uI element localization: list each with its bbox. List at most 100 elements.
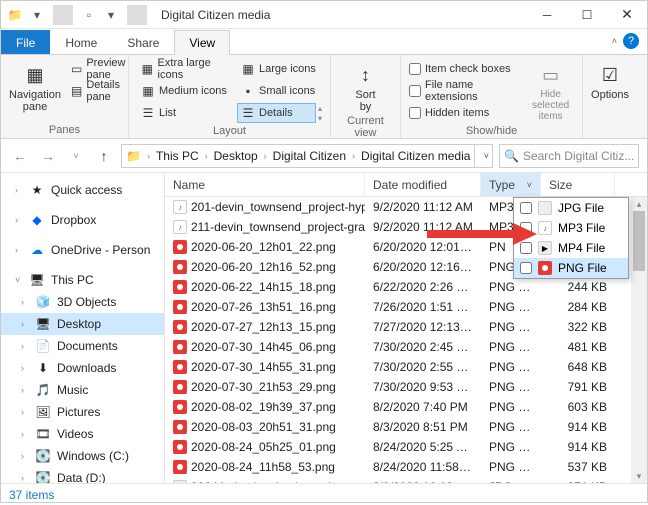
- view-small-button[interactable]: ▪Small icons: [237, 81, 322, 101]
- filter-option[interactable]: JPG File: [514, 198, 628, 218]
- sidebar-item-pictures[interactable]: ›🖼Pictures: [1, 401, 164, 423]
- breadcrumb-dropdown-icon[interactable]: ˅: [475, 151, 493, 161]
- back-button[interactable]: ←: [9, 145, 31, 167]
- file-name: 2020-08-24_11h58_53.png: [191, 460, 335, 474]
- file-type-icon: ♪: [173, 200, 187, 214]
- file-size: 603 KB: [541, 400, 615, 414]
- hide-selected-button[interactable]: ▭ Hide selected items: [527, 59, 574, 122]
- search-input[interactable]: 🔍 Search Digital Citiz...: [499, 144, 639, 168]
- file-size: 537 KB: [541, 460, 615, 474]
- filter-option[interactable]: ♪MP3 File: [514, 218, 628, 238]
- file-name: 211-devin_townsend_project-grace.m...: [191, 220, 365, 234]
- column-type[interactable]: Type˅: [481, 173, 541, 196]
- close-button[interactable]: ✕: [607, 1, 647, 29]
- view-extra-large-button[interactable]: ▦Extra large icons: [137, 59, 235, 79]
- qat-properties-icon[interactable]: ▫: [79, 5, 99, 25]
- options-button[interactable]: ☑ Options: [591, 59, 629, 101]
- file-row[interactable]: 2020-08-02_19h39_37.png8/2/2020 7:40 PMP…: [165, 397, 647, 417]
- filter-checkbox[interactable]: [520, 262, 532, 274]
- tab-home[interactable]: Home: [50, 30, 112, 54]
- sidebar-item-ddrive[interactable]: ›💽Data (D:): [1, 467, 164, 483]
- sort-icon: ↕: [354, 63, 378, 87]
- filter-option[interactable]: ▶MP4 File: [514, 238, 628, 258]
- filter-checkbox[interactable]: [520, 222, 532, 234]
- item-checkboxes-toggle[interactable]: Item check boxes: [409, 59, 521, 79]
- help-icon[interactable]: ?: [623, 33, 639, 49]
- hidden-items-toggle[interactable]: Hidden items: [409, 103, 521, 123]
- view-large-button[interactable]: ▦Large icons: [237, 59, 322, 79]
- minimize-button[interactable]: ─: [527, 1, 567, 29]
- details-pane-button[interactable]: ▤Details pane: [67, 81, 132, 101]
- tab-file[interactable]: File: [1, 30, 50, 54]
- file-row[interactable]: 2020-07-30_14h55_31.png7/30/2020 2:55 PM…: [165, 357, 647, 377]
- type-filter-dropdown[interactable]: JPG File ♪MP3 File▶MP4 File PNG File: [513, 197, 629, 279]
- file-row[interactable]: 2020-07-27_12h13_15.png7/27/2020 12:13 P…: [165, 317, 647, 337]
- tab-view[interactable]: View: [174, 30, 230, 55]
- navigation-tree[interactable]: ›★Quick access ›◆Dropbox ›☁OneDrive - Pe…: [1, 173, 165, 483]
- breadcrumb-item[interactable]: Digital Citizen: [269, 149, 350, 163]
- breadcrumb[interactable]: 📁 › This PC› Desktop› Digital Citizen› D…: [121, 144, 493, 168]
- view-details-button[interactable]: ☰Details: [237, 103, 316, 123]
- sidebar-item-documents[interactable]: ›📄Documents: [1, 335, 164, 357]
- file-type-icon: [538, 201, 552, 215]
- qat-new-icon[interactable]: ▾: [101, 5, 121, 25]
- file-extensions-toggle[interactable]: File name extensions: [409, 81, 521, 101]
- file-row[interactable]: 90644-sin-city-sin-city-andquot-gailan..…: [165, 477, 647, 483]
- sidebar-item-this-pc[interactable]: ˅🖥This PC: [1, 269, 164, 291]
- file-name: 2020-06-20_12h16_52.png: [191, 260, 336, 274]
- file-type: PNG File: [481, 320, 541, 334]
- column-date[interactable]: Date modified: [365, 173, 481, 196]
- file-type: PNG File: [481, 360, 541, 374]
- file-row[interactable]: 2020-07-30_14h45_06.png7/30/2020 2:45 PM…: [165, 337, 647, 357]
- file-row[interactable]: 2020-08-24_05h25_01.png8/24/2020 5:25 AM…: [165, 437, 647, 457]
- file-size: 322 KB: [541, 320, 615, 334]
- filter-label: PNG File: [558, 261, 607, 275]
- forward-button[interactable]: →: [37, 145, 59, 167]
- filter-checkbox[interactable]: [520, 202, 532, 214]
- sort-by-button[interactable]: ↕ Sort by: [339, 59, 392, 113]
- up-button[interactable]: ↑: [93, 145, 115, 167]
- ribbon-collapse-icon[interactable]: ˄: [612, 36, 617, 46]
- sidebar-item-quick-access[interactable]: ›★Quick access: [1, 179, 164, 201]
- group-label-panes: Panes: [9, 122, 120, 136]
- recent-button[interactable]: ˅: [65, 145, 87, 167]
- tab-share[interactable]: Share: [112, 30, 174, 54]
- sidebar-item-music[interactable]: ›🎵Music: [1, 379, 164, 401]
- file-size: 244 KB: [541, 280, 615, 294]
- column-name[interactable]: Name: [165, 173, 365, 196]
- sidebar-item-3d-objects[interactable]: ›🧊3D Objects: [1, 291, 164, 313]
- file-type: PNG File: [481, 400, 541, 414]
- qat-dropdown-icon[interactable]: ▾: [27, 5, 47, 25]
- column-size[interactable]: Size: [541, 173, 615, 196]
- sidebar-item-cdrive[interactable]: ›💽Windows (C:): [1, 445, 164, 467]
- file-row[interactable]: 2020-07-26_13h51_16.png7/26/2020 1:51 PM…: [165, 297, 647, 317]
- scroll-thumb[interactable]: [633, 211, 645, 271]
- vertical-scrollbar[interactable]: ▴ ▾: [631, 197, 647, 483]
- file-row[interactable]: 2020-06-22_14h15_18.png6/22/2020 2:26 PM…: [165, 277, 647, 297]
- file-type-icon: [173, 420, 187, 434]
- filter-checkbox[interactable]: [520, 242, 532, 254]
- sidebar-item-downloads[interactable]: ›⬇Downloads: [1, 357, 164, 379]
- preview-pane-button[interactable]: ▭Preview pane: [67, 59, 132, 79]
- view-list-button[interactable]: ☰List: [137, 103, 235, 123]
- navigation-pane-button[interactable]: ▦ Navigation pane: [9, 59, 61, 113]
- sidebar-item-videos[interactable]: ›🎞Videos: [1, 423, 164, 445]
- breadcrumb-item[interactable]: Digital Citizen media: [357, 149, 474, 163]
- dropdown-icon[interactable]: ˅: [527, 180, 532, 190]
- file-row[interactable]: 2020-08-24_11h58_53.png8/24/2020 11:58 A…: [165, 457, 647, 477]
- file-type-icon: ▶: [538, 241, 552, 255]
- breadcrumb-item[interactable]: Desktop: [210, 149, 262, 163]
- file-size: 791 KB: [541, 380, 615, 394]
- sidebar-item-desktop[interactable]: ›🖥Desktop: [1, 313, 164, 335]
- pictures-icon: 🖼: [35, 404, 51, 420]
- view-medium-button[interactable]: ▦Medium icons: [137, 81, 235, 101]
- maximize-button[interactable]: ☐: [567, 1, 607, 29]
- file-row[interactable]: 2020-07-30_21h53_29.png7/30/2020 9:53 PM…: [165, 377, 647, 397]
- file-row[interactable]: 2020-08-03_20h51_31.png8/3/2020 8:51 PMP…: [165, 417, 647, 437]
- filter-label: JPG File: [558, 201, 604, 215]
- breadcrumb-item[interactable]: This PC: [152, 149, 203, 163]
- filter-option[interactable]: PNG File: [514, 258, 628, 278]
- sidebar-item-onedrive[interactable]: ›☁OneDrive - Person: [1, 239, 164, 261]
- file-name: 90644-sin-city-sin-city-andquot-gailan..…: [191, 480, 365, 483]
- sidebar-item-dropbox[interactable]: ›◆Dropbox: [1, 209, 164, 231]
